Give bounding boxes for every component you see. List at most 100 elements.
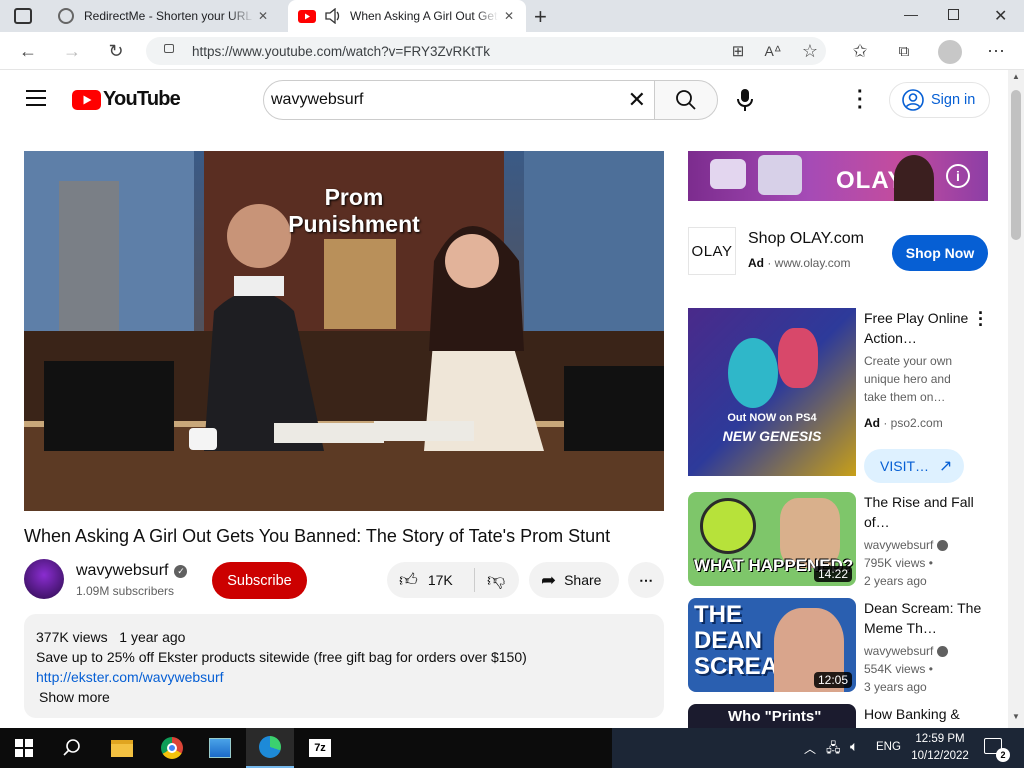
thumb-text: THE DEAN SCREAM <box>694 601 799 680</box>
close-icon[interactable]: ✕ <box>504 9 514 23</box>
video-stats: 795K views • <box>864 556 933 570</box>
sidebar-ad-item[interactable]: Out NOW on PS4 NEW GENESIS Free Play Onl… <box>688 304 988 483</box>
more-horizontal-icon: ⋯ <box>639 571 653 588</box>
settings-kebab-icon[interactable]: · · · <box>857 82 864 118</box>
app-available-icon[interactable]: ⊞ <box>726 39 750 63</box>
page-scrollbar[interactable]: ▲ ▼ <box>1008 70 1024 728</box>
scrollbar-thumb[interactable] <box>1011 90 1021 240</box>
back-icon[interactable]: ← <box>16 39 40 63</box>
browser-tab-bar: RedirectMe - Shorten your URL ✕ When Ask… <box>0 0 1024 32</box>
like-button[interactable]: 👍︎ 17K <box>387 568 475 592</box>
url-text: https://www.youtube.com/watch?v=FRY3ZvRK… <box>192 43 490 59</box>
ad-label: Ad <box>748 256 764 270</box>
video-item-title[interactable]: The Rise and Fall of… <box>864 492 988 532</box>
clear-search-icon[interactable]: ✕ <box>628 87 646 113</box>
chrome-icon[interactable] <box>148 728 196 768</box>
video-thumbnail[interactable]: Who "Prints" <box>688 704 856 728</box>
window-close-icon[interactable]: ✕ <box>994 6 1007 26</box>
read-aloud-icon[interactable]: Aᐞ <box>761 39 785 63</box>
more-menu-icon[interactable]: ⋯ <box>984 39 1008 63</box>
collections-icon[interactable]: ⧉ <box>892 39 916 63</box>
like-count: 17K <box>427 572 453 588</box>
youtube-logo[interactable]: YouTube <box>72 88 181 111</box>
more-actions-button[interactable]: ⋯ <box>628 562 664 598</box>
clock-time: 12:59 PM <box>915 733 965 745</box>
share-button[interactable]: ➦ Share <box>529 562 619 598</box>
scroll-down-icon[interactable]: ▼ <box>1012 712 1020 721</box>
video-thumbnail[interactable]: THE DEAN SCREAM 12:05 <box>688 598 856 692</box>
show-more-button[interactable]: Show more <box>39 687 652 707</box>
clock[interactable]: 12:59 PM 10/12/2022 <box>906 731 974 765</box>
show-hidden-icons[interactable]: ︿ <box>804 740 816 757</box>
thumbs-up-icon: 👍︎ <box>399 570 418 590</box>
like-dislike-group: 👍︎ 17K 👎︎ <box>387 562 519 598</box>
tab-redirectme[interactable]: RedirectMe - Shorten your URL ✕ <box>48 0 284 32</box>
speaker-icon[interactable] <box>324 8 342 24</box>
video-age: 2 years ago <box>864 574 927 588</box>
visit-button[interactable]: VISIT… ↗ <box>864 449 964 483</box>
hamburger-menu-icon[interactable] <box>26 90 46 106</box>
language-indicator[interactable]: ENG <box>876 741 901 753</box>
item-menu-icon[interactable]: · · · <box>978 304 984 334</box>
sign-in-button[interactable]: Sign in <box>889 82 990 118</box>
description-box[interactable]: 377K views 1 year ago Save up to 25% off… <box>24 614 664 718</box>
taskbar-search-icon[interactable] <box>48 728 96 768</box>
video-channel[interactable]: wavywebsurf <box>864 642 933 660</box>
redirectme-icon <box>58 8 74 24</box>
new-tab-icon[interactable]: + <box>534 4 547 30</box>
tab-title: RedirectMe - Shorten your URL <box>84 9 253 23</box>
7zip-icon[interactable]: 7z <box>296 728 344 768</box>
olay-logo[interactable]: OLAY <box>688 227 736 275</box>
olay-banner-ad[interactable]: OLAY i <box>688 151 988 201</box>
voice-search-icon[interactable] <box>736 88 754 117</box>
ad-item-title[interactable]: Free Play Online Action… <box>864 308 988 348</box>
lock-icon <box>164 44 174 53</box>
ad-thumbnail[interactable]: Out NOW on PS4 NEW GENESIS <box>688 308 856 476</box>
restore-icon[interactable] <box>948 9 959 20</box>
sidebar-video-item[interactable]: WHAT HAPPENED? 14:22 The Rise and Fall o… <box>688 492 988 588</box>
shop-now-button[interactable]: Shop Now <box>892 235 988 271</box>
minimize-icon[interactable]: — <box>904 6 918 22</box>
sidebar-video-item[interactable]: Who "Prints" How Banking & <box>688 704 988 728</box>
close-icon[interactable]: ✕ <box>258 9 268 23</box>
product-jar <box>758 155 802 195</box>
search-input[interactable]: wavywebsurf ✕ <box>263 80 655 120</box>
forward-icon[interactable]: → <box>60 39 84 63</box>
edge-icon[interactable] <box>246 728 294 768</box>
video-player[interactable]: Prom Punishment <box>24 151 664 511</box>
channel-name-row[interactable]: wavywebsurf ✓ <box>76 562 188 580</box>
ad-title[interactable]: Shop OLAY.com <box>748 230 864 248</box>
verified-icon <box>937 539 949 551</box>
volume-icon[interactable]: 🔈︎ <box>850 738 858 755</box>
video-channel[interactable]: wavywebsurf <box>864 536 933 554</box>
limewire-logo <box>700 498 756 554</box>
network-icon[interactable]: 🖧︎ <box>826 739 841 761</box>
video-item-title[interactable]: How Banking & <box>864 704 988 724</box>
photos-icon[interactable] <box>196 728 244 768</box>
video-thumbnail[interactable]: WHAT HAPPENED? 14:22 <box>688 492 856 586</box>
profile-avatar-icon[interactable] <box>938 40 962 64</box>
tab-youtube[interactable]: When Asking A Girl Out Gets You Banned ✕ <box>288 0 526 32</box>
channel-avatar[interactable] <box>24 559 64 599</box>
ad-line1: Create your own <box>864 354 953 368</box>
ad-character <box>778 328 818 388</box>
scroll-up-icon[interactable]: ▲ <box>1012 72 1020 81</box>
verified-icon: ✓ <box>174 564 188 578</box>
sidebar-video-item[interactable]: THE DEAN SCREAM 12:05 Dean Scream: The M… <box>688 598 988 694</box>
info-icon[interactable]: i <box>946 164 970 188</box>
dislike-button[interactable]: 👎︎ <box>475 569 505 591</box>
url-field[interactable]: https://www.youtube.com/watch?v=FRY3ZvRK… <box>146 37 826 65</box>
tab-actions-icon[interactable] <box>14 8 32 24</box>
video-item-title[interactable]: Dean Scream: The Meme Th… <box>864 598 988 638</box>
verified-icon <box>937 645 949 657</box>
favorites-icon[interactable]: ✩ <box>848 39 872 63</box>
windows-start-icon[interactable] <box>0 728 48 768</box>
refresh-icon[interactable]: ↻ <box>104 39 128 63</box>
file-explorer-icon[interactable] <box>98 728 146 768</box>
description-link[interactable]: http://ekster.com/wavywebsurf <box>36 667 652 687</box>
subscribe-button[interactable]: Subscribe <box>212 562 307 599</box>
add-favorite-icon[interactable]: ☆ <box>798 39 822 63</box>
video-views: 554K views <box>864 662 926 676</box>
ad-character <box>728 338 778 408</box>
search-button[interactable] <box>654 80 718 120</box>
